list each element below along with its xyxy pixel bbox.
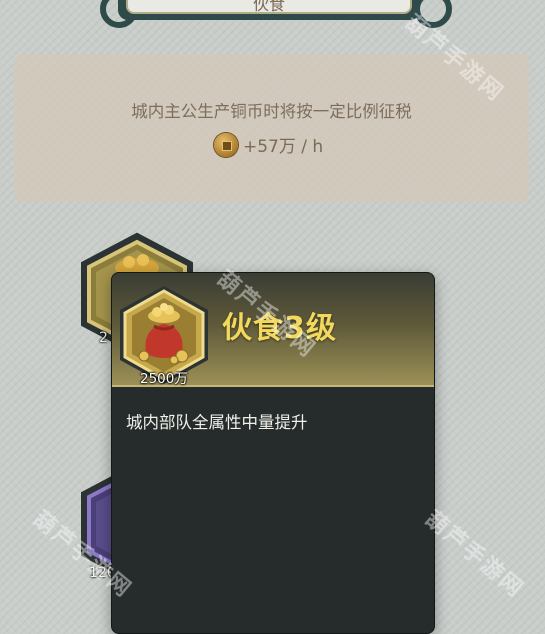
header-tab: 伙食 xyxy=(118,0,420,20)
page-title: 伙食 xyxy=(252,0,285,14)
tooltip-description: 城内部队全属性中量提升 xyxy=(126,413,308,432)
upgrade-node-cost: 2 xyxy=(99,330,108,346)
income-row: +57万 / h xyxy=(214,132,323,157)
watermark: 葫芦手游网 xyxy=(420,506,529,603)
tooltip-title: 伙食3级 xyxy=(222,311,337,346)
copper-coin-icon xyxy=(214,132,238,157)
income-value: +57万 / h xyxy=(243,137,324,157)
header-tab-inner: 伙食 xyxy=(126,0,412,14)
tax-description: 城内主公生产铜币时将按一定比例征税 xyxy=(131,102,412,121)
tooltip-item-cost: 2500万 xyxy=(140,371,188,387)
tax-info-panel: 城内主公生产铜币时将按一定比例征税 +57万 / h xyxy=(14,54,529,202)
